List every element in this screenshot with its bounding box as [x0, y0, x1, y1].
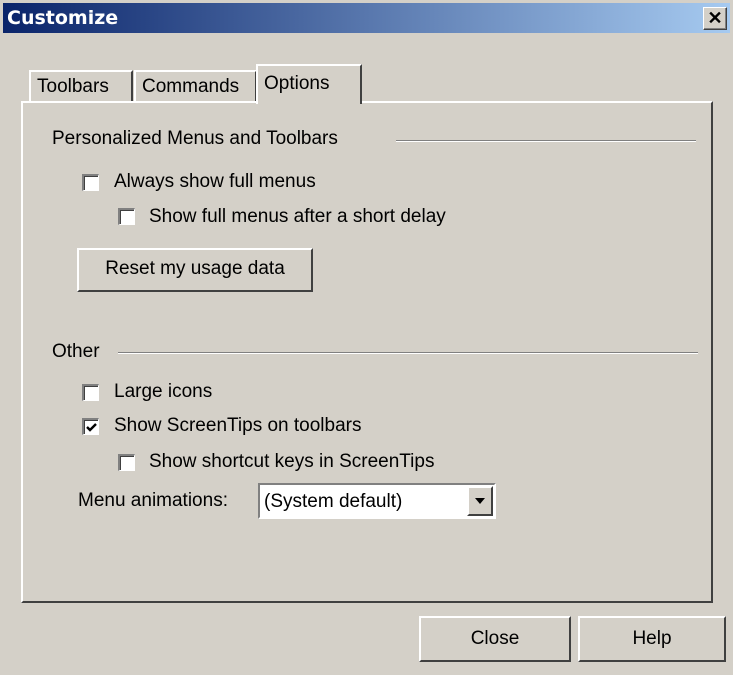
shortcut-keys-checkbox[interactable] [118, 454, 135, 471]
checkmark-icon [86, 423, 97, 432]
tab-options[interactable]: Options [256, 64, 362, 104]
reset-usage-data-label: Reset my usage data [105, 258, 285, 279]
tab-options-label: Options [264, 73, 330, 94]
tab-commands-label: Commands [142, 76, 240, 97]
reset-usage-data-button[interactable]: Reset my usage data [77, 248, 313, 292]
help-button-label: Help [632, 628, 672, 649]
close-icon: ✕ [707, 8, 723, 28]
tab-toolbars[interactable]: Toolbars [29, 70, 133, 102]
tab-toolbars-label: Toolbars [37, 76, 109, 97]
menu-animations-label: Menu animations: [78, 490, 228, 511]
help-button[interactable]: Help [578, 616, 726, 662]
window-title: Customize [7, 7, 119, 29]
title-bar[interactable]: Customize ✕ [3, 3, 730, 33]
close-window-button[interactable]: ✕ [703, 7, 727, 30]
always-full-menus-checkbox[interactable] [82, 174, 99, 191]
close-button-label: Close [470, 628, 520, 649]
always-full-menus-label[interactable]: Always show full menus [114, 171, 316, 193]
dropdown-arrow-button[interactable] [467, 486, 493, 516]
customize-dialog: Customize ✕ Toolbars Commands Options Pe… [0, 0, 733, 675]
menu-animations-value: (System default) [264, 491, 403, 512]
screentips-checkbox[interactable] [82, 418, 99, 435]
large-icons-checkbox[interactable] [82, 384, 99, 401]
personalized-divider [396, 140, 696, 142]
shortcut-keys-label[interactable]: Show shortcut keys in ScreenTips [149, 451, 434, 473]
close-button[interactable]: Close [419, 616, 571, 662]
full-menus-delay-label[interactable]: Show full menus after a short delay [149, 206, 446, 228]
screentips-label[interactable]: Show ScreenTips on toolbars [114, 415, 361, 437]
large-icons-label[interactable]: Large icons [114, 381, 212, 403]
menu-animations-select[interactable]: (System default) [258, 483, 496, 519]
personalized-heading: Personalized Menus and Toolbars [52, 128, 338, 149]
chevron-down-icon [475, 498, 485, 504]
full-menus-delay-checkbox[interactable] [118, 208, 135, 225]
tab-commands[interactable]: Commands [134, 70, 257, 102]
other-heading: Other [52, 341, 100, 362]
other-divider [118, 352, 698, 354]
